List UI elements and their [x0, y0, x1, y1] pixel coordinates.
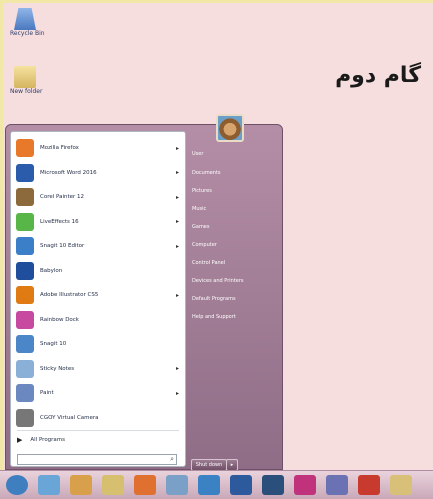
all-programs-label: All Programs	[30, 437, 66, 443]
arrow-right-icon: ▶	[17, 436, 23, 444]
desktop-icon-new-folder[interactable]: New folder	[6, 66, 66, 95]
explorer-icon[interactable]	[102, 475, 124, 495]
search-icon: ⌕	[170, 455, 174, 463]
start-search-box[interactable]: ⌕	[17, 454, 177, 474]
program-item[interactable]: Snagit 10	[13, 332, 183, 356]
start-menu-link[interactable]: Help and Support	[192, 314, 236, 320]
start-menu-link[interactable]: Control Panel	[192, 260, 225, 266]
start-orb-icon[interactable]	[6, 475, 28, 495]
camera-icon	[16, 408, 34, 427]
folder-taskbar-icon[interactable]	[390, 475, 412, 495]
start-menu-link[interactable]: Devices and Printers	[192, 278, 244, 284]
start-menu-link[interactable]: Computer	[192, 242, 217, 248]
start-menu-link[interactable]: Games	[192, 224, 210, 230]
firefox-taskbar-icon[interactable]	[134, 475, 156, 495]
folder-icon	[14, 66, 36, 88]
program-item[interactable]: Sticky Notes ▸	[13, 357, 183, 381]
program-item[interactable]: CGOY Virtual Camera	[13, 406, 183, 430]
start-menu-places-pane: User Documents Pictures Music Games Computer C…	[186, 114, 280, 471]
user-picture-avatar[interactable]	[216, 114, 244, 142]
word-icon	[16, 163, 34, 182]
program-label: Snagit 10 Editor	[40, 243, 85, 249]
snagit-editor-icon	[16, 237, 34, 255]
program-label: LiveEffects 16	[40, 218, 79, 225]
program-label: Microsoft Word 2016	[40, 169, 97, 176]
snagit-icon	[16, 335, 34, 353]
program-label: CGOY Virtual Camera	[40, 414, 99, 421]
submenu-arrow-icon[interactable]: ▸	[176, 292, 179, 299]
program-item[interactable]: Corel Painter 12 ▸	[13, 185, 183, 209]
program-label: Paint	[40, 390, 54, 396]
program-label: Sticky Notes	[40, 365, 75, 372]
rainbow-dock-icon	[16, 310, 34, 329]
snagit-taskbar-icon[interactable]	[198, 475, 220, 495]
paint-taskbar-icon[interactable]	[166, 475, 188, 495]
program-item[interactable]: Mozilla Firefox ▸	[13, 136, 183, 160]
program-item[interactable]: LiveEffects 16 ▸	[13, 210, 183, 234]
desktop-icon-label: Recycle Bin	[10, 30, 45, 37]
program-item[interactable]: Adobe Illustrator CS5 ▸	[13, 283, 183, 307]
program-label: Babylon	[40, 267, 63, 274]
submenu-arrow-icon[interactable]: ▸	[176, 218, 179, 225]
photoshop-taskbar-icon[interactable]	[262, 475, 284, 495]
program-label: Rainbow Dock	[40, 316, 79, 323]
start-menu-link[interactable]: User	[192, 151, 203, 157]
sticky-notes-icon	[16, 359, 34, 378]
paint-icon	[16, 384, 34, 402]
program-item[interactable]: Microsoft Word 2016 ▸	[13, 161, 183, 185]
desktop-icon-recycle-bin[interactable]: Recycle Bin	[6, 8, 66, 37]
recycle-bin-icon	[14, 8, 36, 30]
submenu-arrow-icon[interactable]: ▸	[176, 365, 179, 372]
liveeffects-icon	[16, 212, 34, 231]
program-item[interactable]: Paint ▸	[13, 381, 183, 405]
program-item[interactable]: Snagit 10 Editor ▸	[13, 234, 183, 258]
babylon-icon	[16, 261, 34, 280]
desktop-icon-label: New folder	[10, 88, 43, 95]
submenu-arrow-icon[interactable]: ▸	[176, 145, 179, 152]
program-label: Adobe Illustrator CS5	[40, 292, 99, 298]
start-menu-link[interactable]: Documents	[192, 170, 221, 176]
start-menu-link[interactable]: Pictures	[192, 188, 212, 194]
program-item[interactable]: Rainbow Dock	[13, 308, 183, 332]
acrobat-taskbar-icon[interactable]	[358, 475, 380, 495]
step-title: گام دوم	[335, 63, 421, 88]
program-label: Mozilla Firefox	[40, 145, 79, 151]
firefox-icon	[16, 139, 34, 157]
start-menu-programs-pane: Mozilla Firefox ▸ Microsoft Word 2016 ▸ Core…	[10, 131, 186, 474]
illustrator-icon	[16, 286, 34, 304]
program-item[interactable]: Babylon	[13, 259, 183, 283]
media-icon[interactable]	[70, 475, 92, 495]
taskbar	[0, 470, 433, 499]
submenu-arrow-icon[interactable]: ▸	[176, 169, 179, 176]
submenu-arrow-icon[interactable]: ▸	[176, 390, 179, 397]
submenu-arrow-icon[interactable]: ▸	[176, 194, 179, 201]
painter-icon	[16, 188, 34, 206]
separator	[17, 430, 179, 431]
indesign-taskbar-icon[interactable]	[294, 475, 316, 495]
start-menu-link[interactable]: Music	[192, 206, 206, 212]
submenu-arrow-icon[interactable]: ▸	[176, 243, 179, 250]
program-label: Corel Painter 12	[40, 194, 85, 200]
program-label: Snagit 10	[40, 341, 67, 347]
start-menu: Mozilla Firefox ▸ Microsoft Word 2016 ▸ Core…	[5, 114, 283, 474]
word-taskbar-icon[interactable]	[230, 475, 252, 495]
illustrator-taskbar-icon[interactable]	[326, 475, 348, 495]
ie-icon[interactable]	[38, 475, 60, 495]
all-programs-button[interactable]: ▶ All Programs	[17, 436, 65, 444]
start-menu-link[interactable]: Default Programs	[192, 296, 236, 302]
